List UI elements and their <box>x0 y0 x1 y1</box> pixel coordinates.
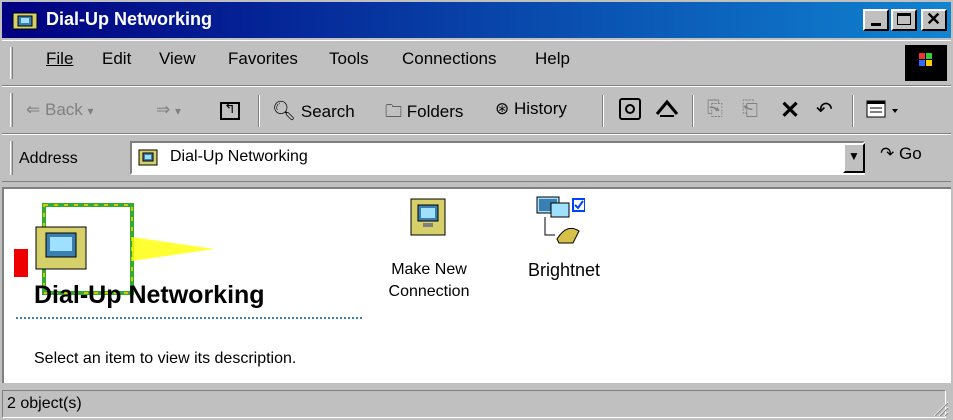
toolbar-separator <box>258 95 260 127</box>
toolbar-grip[interactable] <box>10 93 13 127</box>
go-button[interactable]: ↷ Go <box>880 144 922 164</box>
toolbar-separator <box>692 95 694 127</box>
folders-button[interactable]: 🗀 Folders <box>385 99 463 128</box>
up-folder-button[interactable]: ↰ <box>220 100 240 120</box>
toolbar-separator <box>852 95 854 127</box>
search-button[interactable]: 🔍︎ Search <box>272 99 355 123</box>
go-arrow-icon: ↷ <box>880 144 895 163</box>
menu-file[interactable]: File <box>46 49 73 69</box>
window-title: Dial-Up Networking <box>46 9 213 29</box>
title-bar[interactable]: Dial-Up Networking ✕ <box>2 2 951 38</box>
forward-dropdown-icon: ▾ <box>174 104 182 118</box>
address-input[interactable]: Dial-Up Networking <box>130 141 865 175</box>
views-button[interactable] <box>866 98 906 122</box>
resize-grip-icon[interactable] <box>930 398 950 418</box>
windows-logo-icon <box>905 45 947 81</box>
item-label-line1: Brightnet <box>527 260 601 280</box>
menu-view[interactable]: View <box>159 49 196 69</box>
disconnect-button[interactable] <box>655 98 679 120</box>
item-label-line1: Make New <box>391 261 467 278</box>
history-button[interactable]: ⊛ History <box>495 99 567 119</box>
banner-title: Dial-Up Networking <box>34 281 265 309</box>
chevron-down-icon: ▼ <box>848 149 860 163</box>
maximize-button[interactable] <box>891 9 917 31</box>
address-grip[interactable] <box>10 141 13 175</box>
menu-bar: File Edit View Favorites Tools Connectio… <box>2 40 951 86</box>
delete-x-icon: ✕ <box>780 97 801 124</box>
move-to-icon: ⎘ <box>707 98 723 120</box>
search-icon: 🔍︎ <box>272 101 297 122</box>
address-label: Address <box>19 150 78 167</box>
brightnet-connection-item[interactable]: Brightnet <box>509 195 619 307</box>
menu-tools[interactable]: Tools <box>329 49 369 69</box>
status-text: 2 object(s) <box>7 395 82 412</box>
item-label-line2: Connection <box>388 283 470 300</box>
phone-dial-icon <box>625 104 635 114</box>
folder-view: Dial-Up Networking Select an item to vie… <box>2 187 951 383</box>
status-panel: 2 object(s) <box>2 390 946 418</box>
toolbar-separator <box>602 95 604 127</box>
dialup-folder-icon <box>138 149 158 166</box>
brightnet-connection-icon <box>536 196 585 244</box>
hangup-icon <box>655 99 679 117</box>
undo-button[interactable]: ↶ <box>816 97 833 122</box>
menu-help[interactable]: Help <box>535 49 570 69</box>
minimize-button[interactable] <box>863 9 889 31</box>
description-text: Select an item to view its description. <box>34 350 297 367</box>
views-grid-icon <box>866 100 898 118</box>
banner-divider <box>16 317 364 319</box>
address-dropdown-button[interactable]: ▼ <box>843 143 865 173</box>
back-arrow-icon: ⇐ <box>26 100 41 119</box>
menu-bar-grip[interactable] <box>10 47 13 79</box>
back-dropdown-icon: ▾ <box>87 104 94 118</box>
menu-edit[interactable]: Edit <box>102 49 131 69</box>
history-icon: ⊛ <box>495 99 510 118</box>
close-button[interactable]: ✕ <box>921 9 947 31</box>
menu-connections[interactable]: Connections <box>402 49 497 69</box>
delete-button[interactable]: ✕ <box>780 96 800 125</box>
close-icon: ✕ <box>926 9 942 29</box>
copy-to-icon: ⎗ <box>742 98 758 120</box>
make-new-connection-item[interactable]: Make New Connection <box>374 195 484 307</box>
folders-icon: 🗀 <box>385 102 402 121</box>
dialup-folder-icon <box>12 12 38 30</box>
copy-to-button[interactable]: ⎗ <box>742 98 758 121</box>
back-button[interactable]: ⇐ Back ▾ <box>26 100 94 120</box>
standard-toolbar: ⇐ Back ▾ ⇒ ▾ ↰ 🔍︎ Search 🗀 Folders ⊛ His… <box>2 86 951 134</box>
address-value: Dial-Up Networking <box>170 148 308 165</box>
forward-button[interactable]: ⇒ ▾ <box>156 100 181 120</box>
dial-button[interactable] <box>619 98 641 120</box>
up-arrow-icon: ↰ <box>224 100 236 116</box>
menu-favorites[interactable]: Favorites <box>228 49 298 69</box>
move-to-button[interactable]: ⎘ <box>707 98 723 121</box>
forward-arrow-icon: ⇒ <box>156 100 171 119</box>
make-new-connection-icon <box>410 198 446 236</box>
undo-icon: ↶ <box>816 99 833 121</box>
